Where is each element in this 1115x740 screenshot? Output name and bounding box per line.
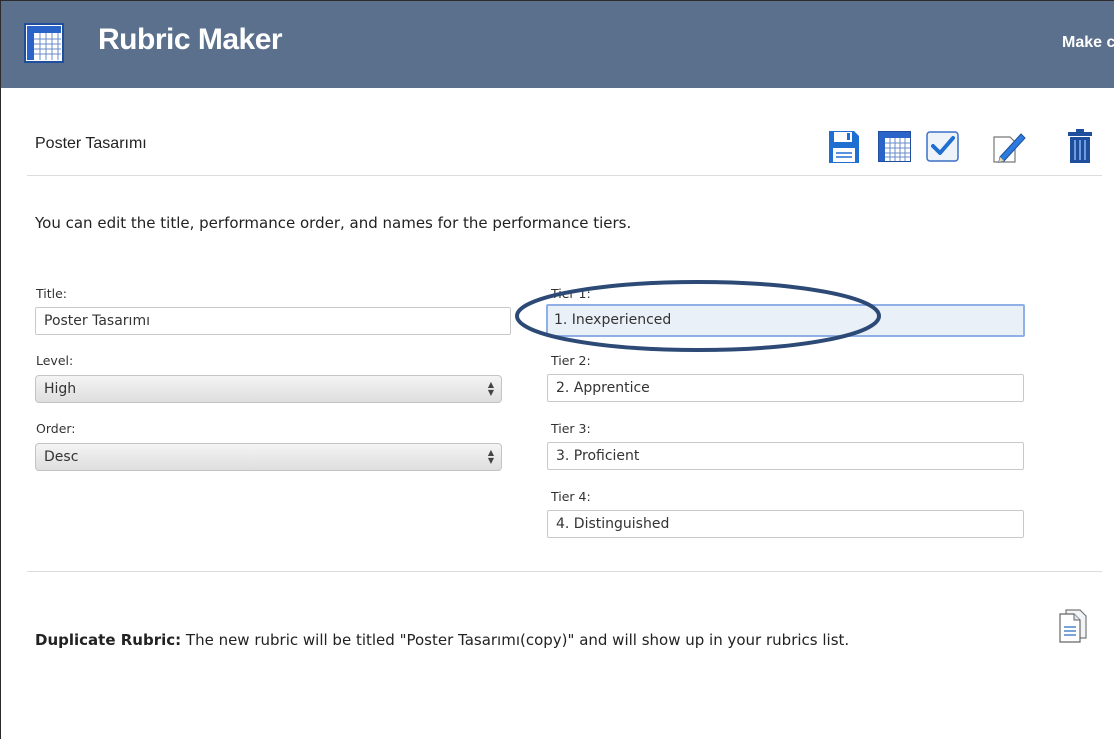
duplicate-icon[interactable] [1058,609,1088,643]
edit-pencil-icon[interactable] [991,129,1027,164]
app-window: Rubric Maker Make c Poster Tasarımı You … [0,0,1114,739]
rubric-name-heading: Poster Tasarımı [35,135,147,152]
divider [27,571,1102,572]
save-icon[interactable] [828,130,860,164]
app-header: Rubric Maker Make c [1,1,1114,88]
order-select[interactable]: Desc ▲ ▼ [35,443,502,471]
tier-2-input[interactable]: 2. Apprentice [547,374,1024,402]
make-rubric-link[interactable]: Make c [1062,34,1114,52]
tier-2-label: Tier 2: [551,353,591,368]
divider [27,175,1102,176]
table-icon[interactable] [878,131,911,162]
order-label: Order: [36,421,76,436]
level-label: Level: [36,353,74,368]
select-arrows-icon: ▲ ▼ [487,448,494,465]
order-select-value: Desc [44,449,79,465]
title-label: Title: [36,286,67,301]
tier-4-label: Tier 4: [551,489,591,504]
checkmark-icon[interactable] [926,131,959,162]
edit-instructions: You can edit the title, performance orde… [35,214,632,232]
tier-1-input[interactable]: 1. Inexperienced [546,304,1025,337]
duplicate-rubric-description: The new rubric will be titled "Poster Ta… [181,631,850,649]
duplicate-rubric-text: Duplicate Rubric: The new rubric will be… [35,631,849,649]
tier-3-label: Tier 3: [551,421,591,436]
app-title: Rubric Maker [98,23,283,56]
select-arrows-icon: ▲ ▼ [487,380,494,397]
tier-3-input[interactable]: 3. Proficient [547,442,1024,470]
grid-logo-icon [24,23,64,63]
title-input[interactable]: Poster Tasarımı [35,307,511,335]
level-select[interactable]: High ▲ ▼ [35,375,502,403]
tier-4-input[interactable]: 4. Distinguished [547,510,1024,538]
trash-icon[interactable] [1067,129,1093,164]
level-select-value: High [44,381,77,397]
duplicate-rubric-label[interactable]: Duplicate Rubric: [35,631,181,649]
tier-1-label: Tier 1: [551,286,591,301]
